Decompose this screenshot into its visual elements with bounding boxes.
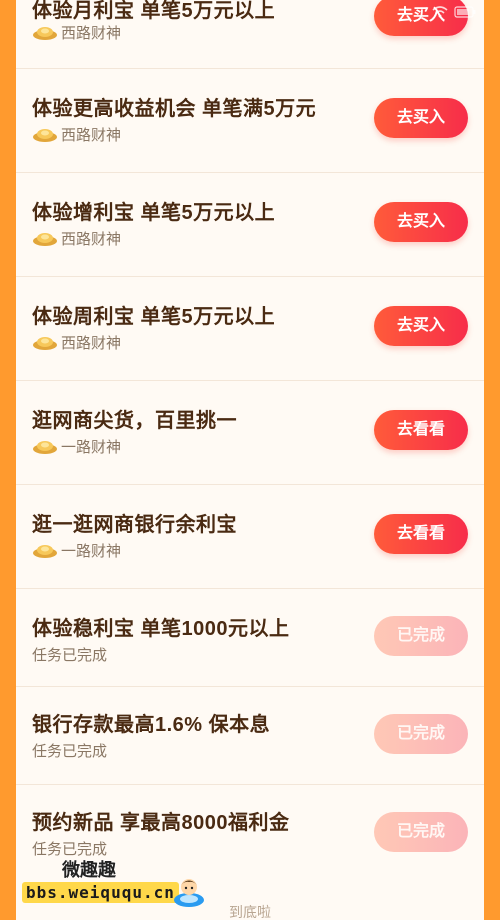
task-title: 体验更高收益机会 单笔满5万元	[32, 98, 317, 120]
gold-ingot-icon	[32, 127, 58, 143]
task-row: 体验增利宝 单笔5万元以上 西路财神 去买入	[16, 172, 484, 277]
buy-button[interactable]: 去买入	[374, 202, 468, 242]
task-title: 预约新品 享最高8000福利金	[32, 812, 290, 834]
task-title: 体验增利宝 单笔5万元以上	[32, 202, 276, 224]
completed-button[interactable]: 已完成	[374, 714, 468, 754]
task-source: 西路财神	[61, 25, 122, 42]
task-subtitle: 西路财神	[32, 22, 121, 43]
task-row: 逛网商尖货，百里挑一 一路财神 去看看	[16, 380, 484, 485]
task-row: 体验月利宝 单笔5万元以上 西路财神 去买入	[16, 0, 484, 69]
task-subtitle: 西路财神	[32, 124, 121, 145]
site-watermark: 微趣趣 bbs.weiququ.cn	[22, 856, 204, 912]
task-source: 西路财神	[61, 231, 122, 248]
buy-button[interactable]: 去买入	[374, 98, 468, 138]
task-title: 体验月利宝 单笔5万元以上	[32, 0, 276, 22]
completed-button[interactable]: 已完成	[374, 812, 468, 852]
task-subtitle: 一路财神	[32, 540, 121, 561]
task-source: 西路财神	[61, 335, 122, 352]
task-subtitle: 西路财神	[32, 332, 121, 353]
task-title: 银行存款最高1.6% 保本息	[32, 714, 271, 736]
task-row: 逛一逛网商银行余利宝 一路财神 去看看	[16, 484, 484, 589]
buy-button[interactable]: 去买入	[374, 306, 468, 346]
view-button[interactable]: 去看看	[374, 514, 468, 554]
completed-button[interactable]: 已完成	[374, 616, 468, 656]
task-title: 体验稳利宝 单笔1000元以上	[32, 618, 290, 640]
gold-ingot-icon	[32, 231, 58, 247]
task-subtitle: 任务已完成	[32, 743, 108, 760]
task-title: 体验周利宝 单笔5万元以上	[32, 306, 276, 328]
gold-ingot-icon	[32, 543, 58, 559]
view-button[interactable]: 去看看	[374, 410, 468, 450]
watermark-name: 微趣趣	[62, 860, 116, 880]
task-list-panel: 体验月利宝 单笔5万元以上 西路财神 去买入 体验更高收益机会 单笔满5万元 西…	[16, 0, 484, 920]
task-row: 银行存款最高1.6% 保本息 任务已完成 已完成	[16, 686, 484, 785]
battery-icon	[454, 6, 476, 21]
gold-ingot-icon	[32, 335, 58, 351]
status-bar	[432, 6, 476, 21]
gold-ingot-icon	[32, 25, 58, 41]
wifi-icon	[432, 6, 448, 21]
gold-ingot-icon	[32, 439, 58, 455]
task-source: 一路财神	[61, 439, 122, 456]
task-title: 逛一逛网商银行余利宝	[32, 514, 237, 536]
task-source: 一路财神	[61, 543, 122, 560]
task-row: 体验稳利宝 单笔1000元以上 任务已完成 已完成	[16, 588, 484, 687]
watermark-url: bbs.weiququ.cn	[22, 882, 179, 903]
mascot-icon	[172, 874, 206, 908]
task-source: 西路财神	[61, 127, 122, 144]
task-subtitle: 西路财神	[32, 228, 121, 249]
task-subtitle: 一路财神	[32, 436, 121, 457]
task-subtitle: 任务已完成	[32, 647, 108, 664]
task-row: 体验更高收益机会 单笔满5万元 西路财神 去买入	[16, 68, 484, 173]
task-row: 体验周利宝 单笔5万元以上 西路财神 去买入	[16, 276, 484, 381]
task-title: 逛网商尖货，百里挑一	[32, 410, 237, 432]
